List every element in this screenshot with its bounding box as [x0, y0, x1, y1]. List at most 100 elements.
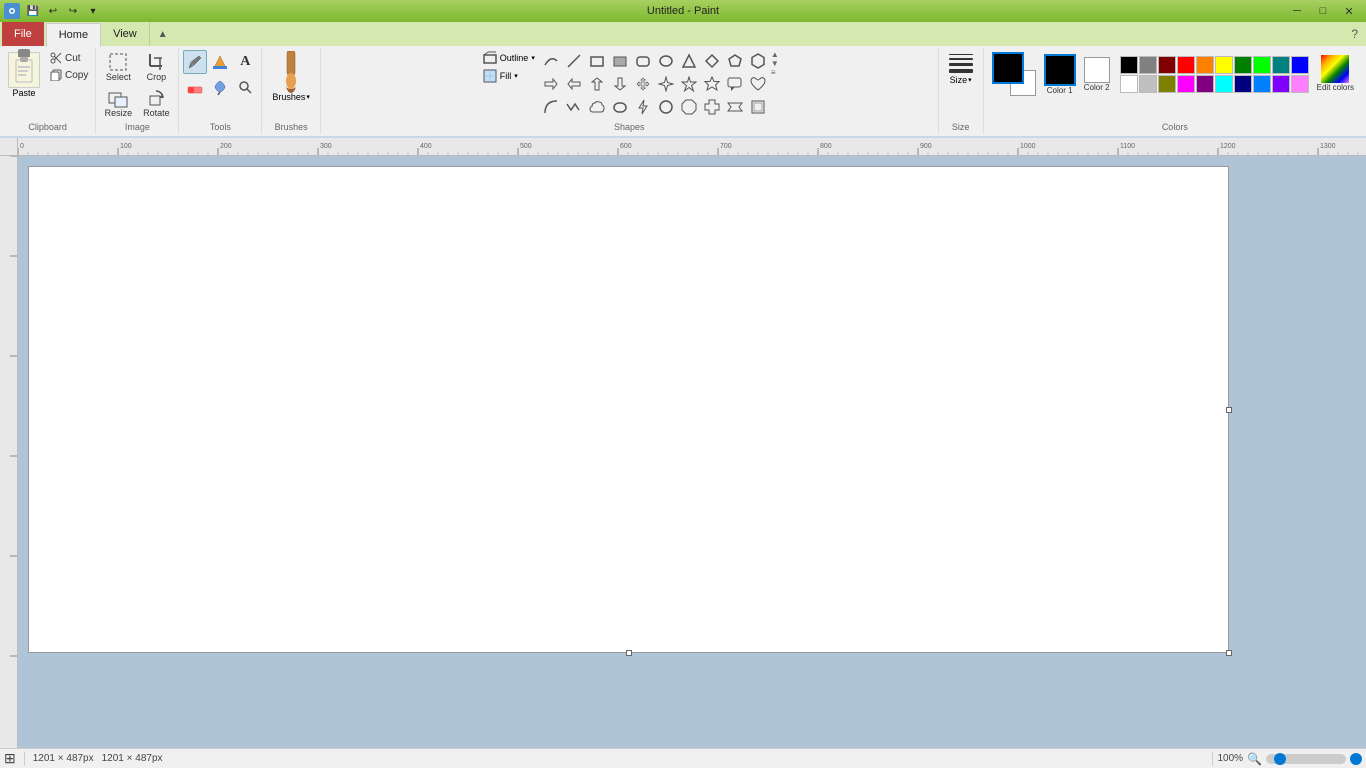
curve-shape-button[interactable]: [540, 50, 562, 72]
star5-shape-button[interactable]: [678, 73, 700, 95]
round-rect-shape-button[interactable]: [632, 50, 654, 72]
color-cell[interactable]: [1158, 56, 1176, 74]
color-cell[interactable]: [1196, 75, 1214, 93]
size-button[interactable]: Size ▾: [943, 50, 979, 89]
crop-button[interactable]: Crop: [138, 50, 174, 84]
cloud-shape-button[interactable]: [586, 96, 608, 118]
triangle-shape-button[interactable]: [678, 50, 700, 72]
star6-shape-button[interactable]: [701, 73, 723, 95]
rect-shape-button[interactable]: [586, 50, 608, 72]
4arrow-shape-button[interactable]: [632, 73, 654, 95]
resize-button[interactable]: Resize: [100, 86, 136, 120]
pencil-tool-button[interactable]: [183, 50, 207, 74]
color-cell[interactable]: [1177, 56, 1195, 74]
undo-quickaccess-button[interactable]: ↩: [44, 2, 62, 20]
color1-area[interactable]: [992, 52, 1024, 84]
close-button[interactable]: ✕: [1336, 2, 1362, 20]
maximize-button[interactable]: □: [1310, 2, 1336, 20]
color-cell[interactable]: [1291, 56, 1309, 74]
color-cell[interactable]: [1272, 75, 1290, 93]
text-tool-button[interactable]: A: [233, 50, 257, 74]
resize-handle-corner[interactable]: [1226, 650, 1232, 656]
color-cell[interactable]: [1291, 75, 1309, 93]
line-shape-button[interactable]: [563, 50, 585, 72]
redo-quickaccess-button[interactable]: ↪: [64, 2, 82, 20]
hexagon-shape-button[interactable]: [747, 50, 769, 72]
minimize-button[interactable]: ─: [1284, 2, 1310, 20]
arc-shape-button[interactable]: [540, 96, 562, 118]
tab-home[interactable]: Home: [46, 23, 101, 47]
color-cell[interactable]: [1215, 56, 1233, 74]
outline-button[interactable]: Outline ▾: [480, 50, 538, 66]
color-cell[interactable]: [1272, 56, 1290, 74]
copy-button[interactable]: Copy: [46, 67, 91, 83]
status-sep-1: [24, 752, 25, 766]
brushes-dropdown-icon[interactable]: ▾: [306, 93, 310, 101]
cross-shape-button[interactable]: [701, 96, 723, 118]
color2-button[interactable]: Color 2: [1084, 57, 1110, 92]
eraser-tool-button[interactable]: [183, 75, 207, 99]
star4-shape-button[interactable]: [655, 73, 677, 95]
color-cell[interactable]: [1139, 75, 1157, 93]
color-cell[interactable]: [1120, 75, 1138, 93]
quickaccess-dropdown-button[interactable]: ▾: [84, 2, 102, 20]
color-cell[interactable]: [1253, 75, 1271, 93]
select-button[interactable]: Select: [100, 50, 136, 84]
shapes-scroll-control[interactable]: ▲ ▼ ≡: [771, 50, 779, 77]
shapes-scroll-down-button[interactable]: ▼: [771, 59, 779, 68]
ribbon-collapse-button[interactable]: ▲: [150, 27, 176, 42]
ellipse-shape-button[interactable]: [655, 50, 677, 72]
brushes-button[interactable]: Brushes ▾: [266, 50, 316, 104]
color-picker-tool-button[interactable]: [208, 75, 232, 99]
arrow-right-shape-button[interactable]: [540, 73, 562, 95]
arrow-left-shape-button[interactable]: [563, 73, 585, 95]
pentagon-shape-button[interactable]: [724, 50, 746, 72]
heart-shape-button[interactable]: [747, 73, 769, 95]
diamond-shape-button[interactable]: [701, 50, 723, 72]
tab-file[interactable]: File: [2, 22, 44, 46]
ribbon-shape-button[interactable]: [724, 96, 746, 118]
cut-button[interactable]: Cut: [46, 50, 91, 66]
zoom-slider[interactable]: [1266, 754, 1346, 764]
paste-button[interactable]: Paste: [4, 50, 44, 100]
window-title: Untitled - Paint: [647, 5, 719, 17]
zigzag-shape-button[interactable]: [563, 96, 585, 118]
lightning-shape-button[interactable]: [632, 96, 654, 118]
help-button[interactable]: ?: [1343, 25, 1366, 43]
octagon-shape-button[interactable]: [678, 96, 700, 118]
tab-view[interactable]: View: [101, 22, 150, 46]
rotate-button[interactable]: Rotate: [138, 86, 174, 120]
color1-button[interactable]: Color 1: [1044, 54, 1076, 95]
color-cell[interactable]: [1120, 56, 1138, 74]
color-cell[interactable]: [1177, 75, 1195, 93]
color-cell[interactable]: [1215, 75, 1233, 93]
arrow-up-shape-button[interactable]: [586, 73, 608, 95]
paint-canvas[interactable]: [28, 166, 1229, 653]
resize-handle-right[interactable]: [1226, 407, 1232, 413]
color-cell[interactable]: [1139, 56, 1157, 74]
shapes-scroll-all-button[interactable]: ≡: [771, 68, 779, 77]
frame-shape-button[interactable]: [747, 96, 769, 118]
magnifier-tool-button[interactable]: [233, 75, 257, 99]
color-cell[interactable]: [1158, 75, 1176, 93]
rect-filled-shape-button[interactable]: [609, 50, 631, 72]
canvas-area[interactable]: [18, 156, 1366, 748]
color-cell[interactable]: [1234, 75, 1252, 93]
zoom-percent: 100%: [1217, 753, 1243, 764]
resize-handle-bottom[interactable]: [626, 650, 632, 656]
fill-tool-button[interactable]: [208, 50, 232, 74]
circle-shape-button[interactable]: [655, 96, 677, 118]
shapes-scroll-up-button[interactable]: ▲: [771, 50, 779, 59]
save-quickaccess-button[interactable]: 💾: [24, 2, 42, 20]
arrow-down-shape-button[interactable]: [609, 73, 631, 95]
color-cell[interactable]: [1196, 56, 1214, 74]
round-rect2-shape-button[interactable]: [609, 96, 631, 118]
status-sep-2: [1212, 752, 1213, 766]
callout-shape-button[interactable]: [724, 73, 746, 95]
zoom-out-icon[interactable]: 🔍: [1247, 752, 1262, 766]
fill-button[interactable]: Fill ▾: [480, 68, 538, 84]
edit-colors-button[interactable]: Edit colors: [1313, 53, 1358, 95]
color-cell[interactable]: [1253, 56, 1271, 74]
zoom-thumb[interactable]: [1350, 753, 1362, 765]
color-cell[interactable]: [1234, 56, 1252, 74]
